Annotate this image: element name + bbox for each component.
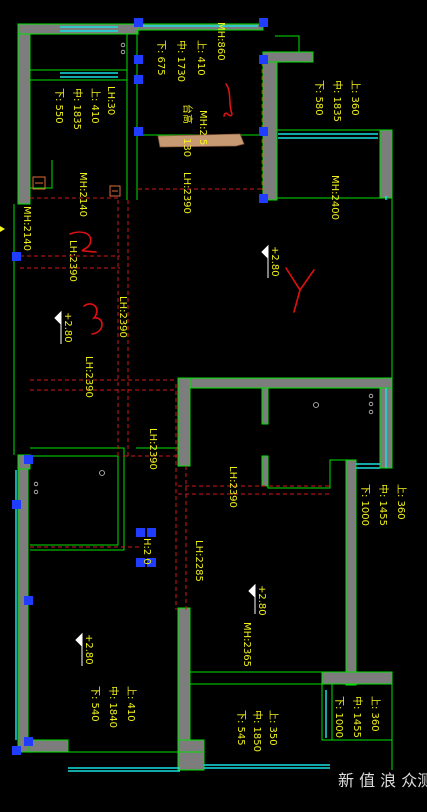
wall-bottom-block — [177, 739, 205, 771]
wall-balcony-right — [379, 129, 393, 199]
label-lh-2390-f: LH:2390 — [227, 466, 238, 508]
grip-point[interactable] — [24, 737, 33, 746]
grip-point[interactable] — [134, 75, 143, 84]
grip-point[interactable] — [259, 194, 268, 203]
label-bedroom-bl-top: 上: 410 — [125, 686, 137, 722]
grip-point[interactable] — [134, 55, 143, 64]
label-mh-860: MH:860 — [215, 22, 226, 61]
wall-top-right — [262, 51, 314, 63]
label-right-window-bot: 下: 580 — [313, 80, 324, 116]
grip-point[interactable] — [259, 18, 268, 27]
label-lh-30: LH:30 — [105, 86, 116, 115]
watermark: 新 值 浪 众测 — [338, 771, 427, 790]
label-mh-2365: MH:2365 — [241, 622, 252, 667]
label-mid-window-bot: 下: 1000 — [359, 484, 370, 526]
label-top-window-bot: 下: 675 — [155, 40, 166, 76]
label-bottom-window-bot: 下: 545 — [235, 710, 246, 746]
grip-point[interactable] — [24, 596, 33, 605]
label-lh-2285: LH:2285 — [193, 540, 204, 582]
label-lh-2390-c: LH:2390 — [117, 296, 128, 338]
label-mh-2x: MH:2 5 — [197, 110, 208, 145]
label-lh-2390-e: LH:2390 — [147, 428, 158, 470]
label-top-window-mid: 中: 1730 — [175, 40, 188, 82]
label-elev-280-bedroom: +2.80 — [83, 634, 94, 665]
wall-upper-column — [262, 51, 278, 201]
grip-point[interactable] — [147, 528, 156, 537]
label-elev-280-center: +2.80 — [256, 585, 267, 616]
label-h-2-0: H:2 0 — [141, 538, 152, 565]
label-lh-2390-a: LH:2390 — [181, 172, 192, 214]
label-bottom-window-top: 上: 350 — [267, 710, 279, 746]
wall-top-mid — [137, 23, 264, 31]
grip-point[interactable] — [134, 18, 143, 27]
label-bedroom1-top: 上: 410 — [89, 88, 101, 124]
grip-point[interactable] — [134, 127, 143, 136]
wall-center-left — [177, 377, 191, 467]
wall-bottom-right — [321, 671, 393, 685]
grip-point[interactable] — [12, 500, 21, 509]
label-bedroom-bl-bot: 下: 540 — [89, 686, 100, 722]
grip-point[interactable] — [12, 746, 21, 755]
grip-point[interactable] — [259, 127, 268, 136]
label-br-window-bot: 下: 1000 — [333, 696, 344, 738]
label-top-window-top: 上: 410 — [195, 40, 207, 76]
grip-point[interactable] — [259, 55, 268, 64]
label-right-window-mid: 中: 1835 — [331, 80, 344, 122]
label-mh-2400: MH:2400 — [329, 175, 340, 220]
label-lh-2390-d: LH:2390 — [83, 356, 94, 398]
grip-point[interactable] — [12, 252, 21, 261]
label-bedroom-bl-mid: 中: 1840 — [107, 686, 120, 728]
label-br-window-mid: 中: 1455 — [351, 696, 364, 738]
label-mid-window-top: 上: 360 — [395, 484, 407, 520]
wall-top-left — [17, 23, 139, 35]
label-bottom-window-mid: 中: 1850 — [251, 710, 264, 752]
label-platform: 台高 — [181, 104, 194, 124]
label-br-window-top: 上: 360 — [369, 696, 381, 732]
floor-plan: MH:860 上: 410 中: 1730 下: 675 LH:30 上: 41… — [0, 0, 427, 812]
label-bedroom1-mid: 中: 1835 — [71, 88, 84, 130]
wall-left-top — [17, 23, 31, 205]
grip-point[interactable] — [24, 455, 33, 464]
label-right-window-top: 上: 360 — [349, 80, 361, 116]
label-bedroom1-bot: 下: 550 — [53, 88, 64, 124]
wall-center-top — [177, 377, 393, 389]
label-h-130: 130 — [181, 138, 192, 157]
wall-right-lower — [345, 459, 357, 686]
wall-stub — [261, 387, 269, 425]
grip-point[interactable] — [136, 528, 145, 537]
label-elev-280-living: +2.80 — [269, 246, 280, 277]
label-mid-window-mid: 中: 1455 — [377, 484, 390, 526]
label-lh-2390-b: LH:2390 — [67, 240, 78, 282]
label-mh-2140-b: MH:2140 — [21, 206, 32, 251]
label-mh-2140-a: MH:2140 — [77, 172, 88, 217]
wall-stub-2 — [261, 455, 269, 487]
label-elev-280-left: +2.80 — [62, 312, 73, 343]
